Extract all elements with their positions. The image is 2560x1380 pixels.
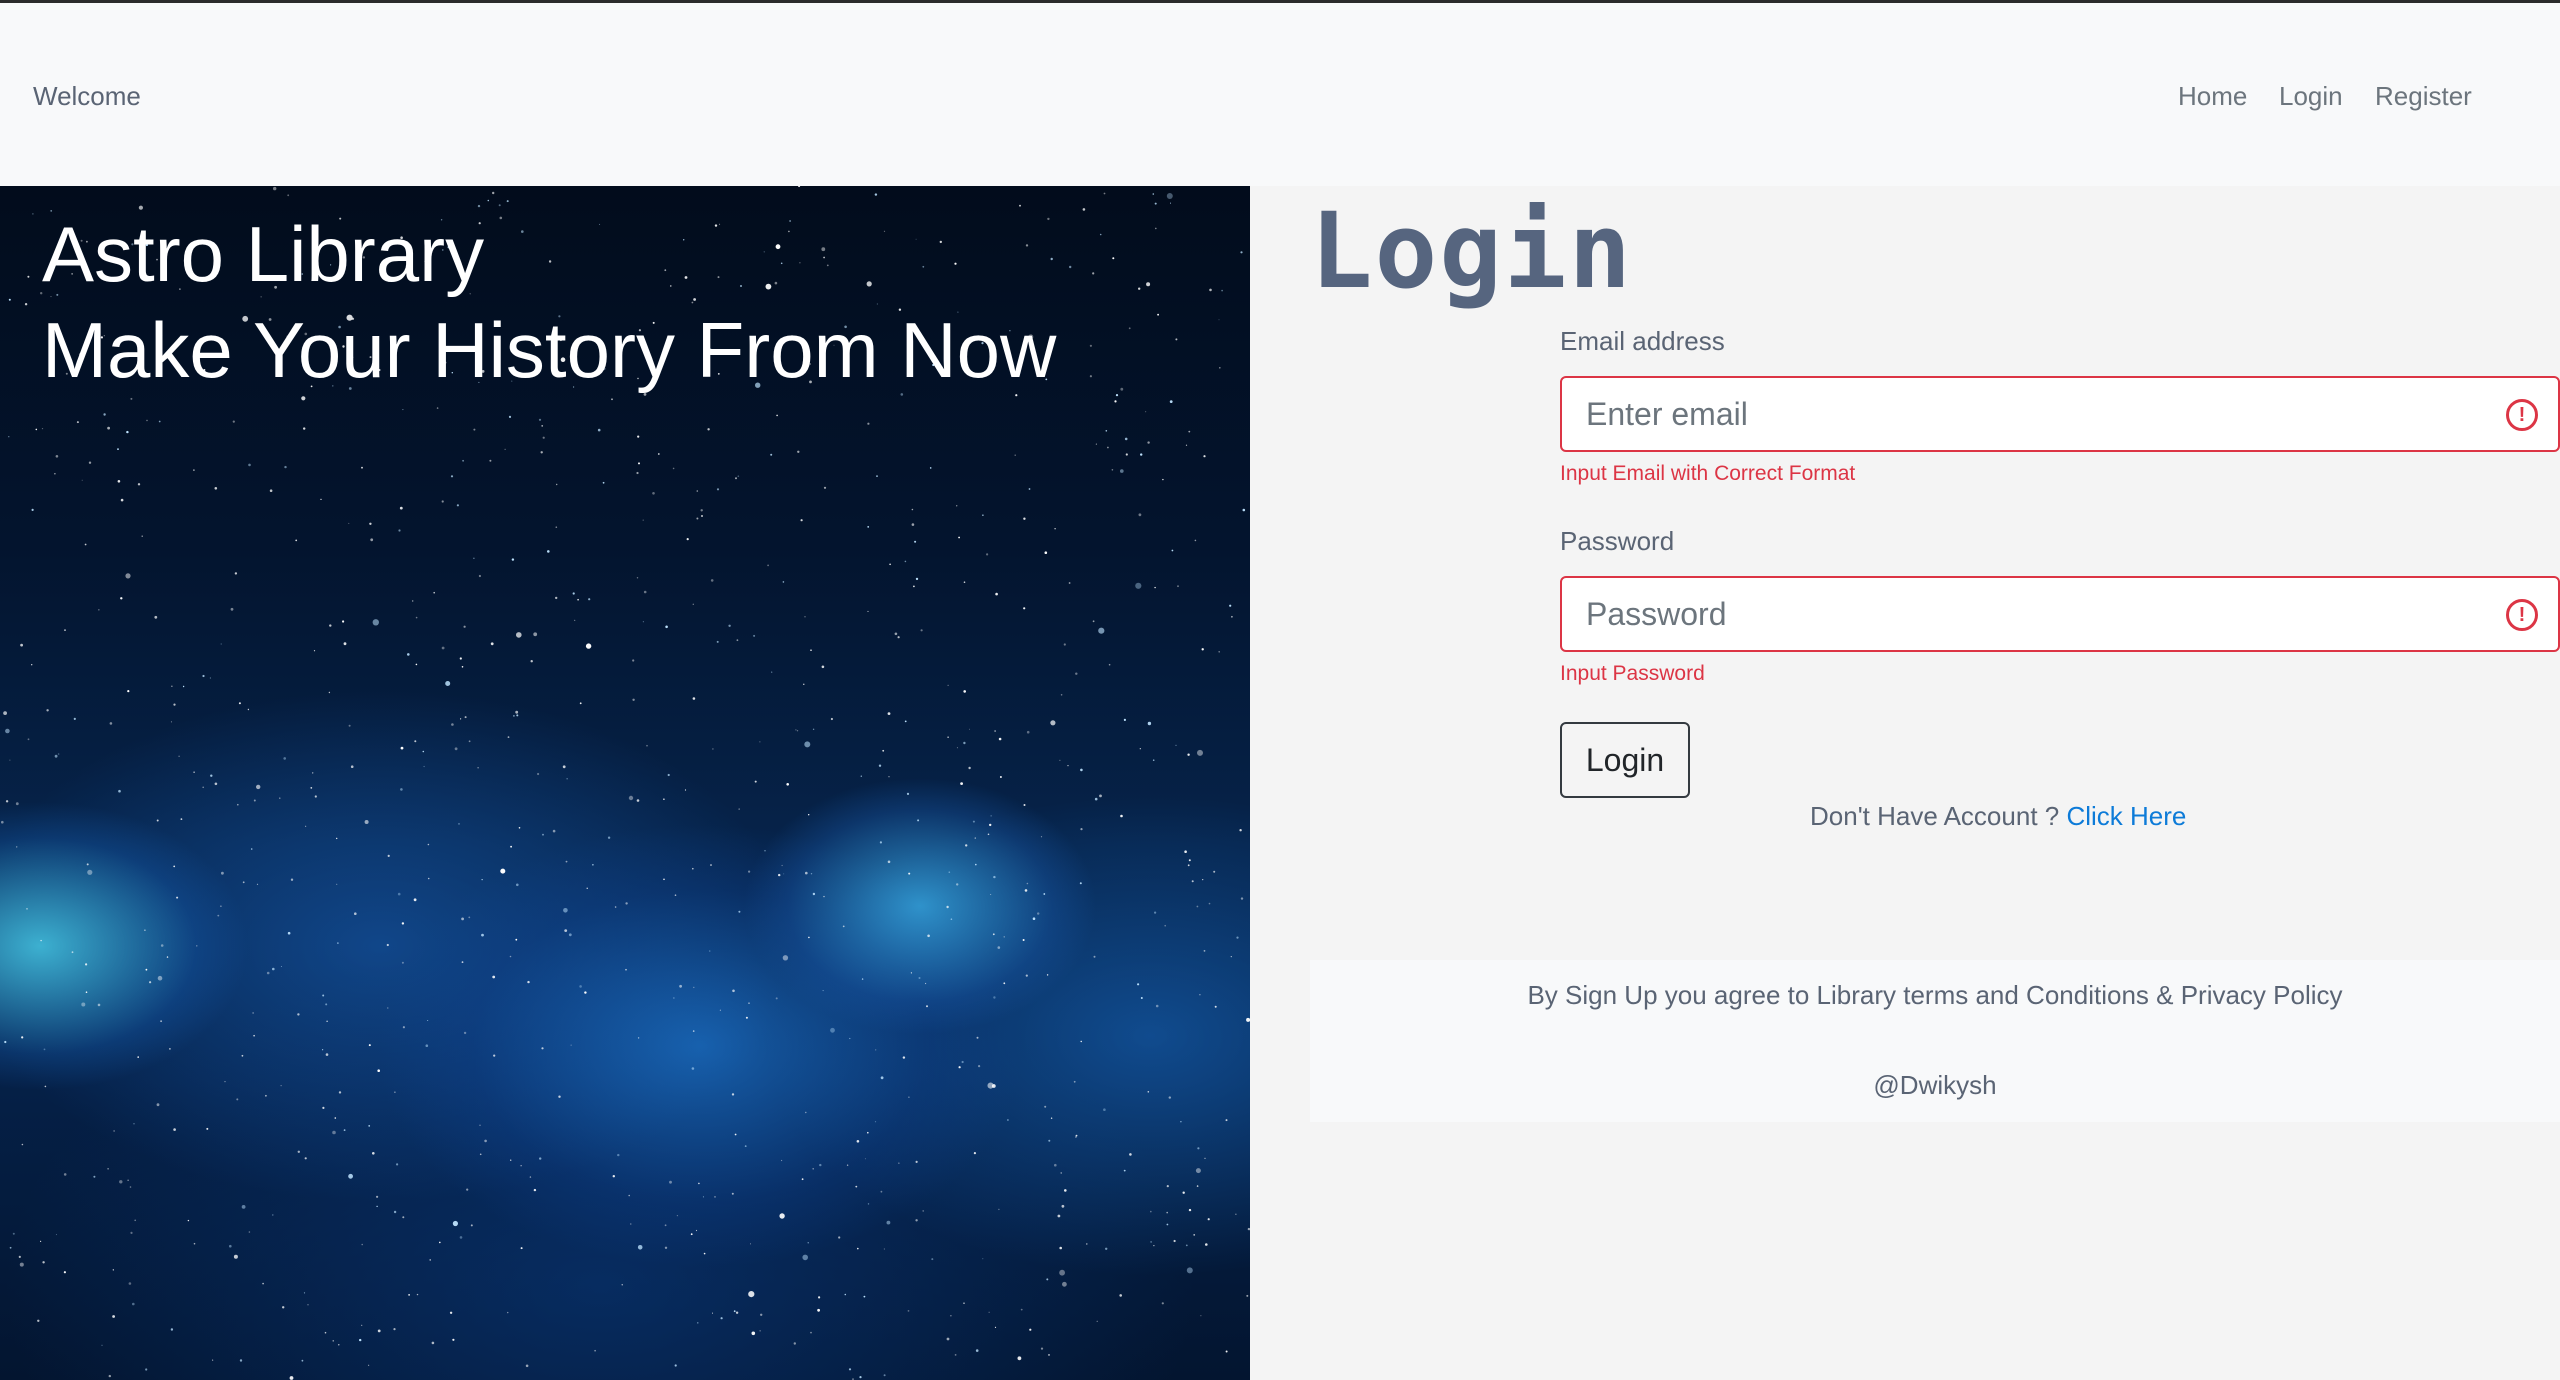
email-label: Email address: [1560, 326, 1725, 356]
hero-title-line-2: Make Your History From Now: [42, 306, 1057, 394]
register-prompt: Don't Have Account ? Click Here: [1810, 801, 2186, 832]
password-error-message: Input Password: [1560, 662, 1705, 685]
footer-handle: @Dwikysh: [1873, 1070, 1997, 1100]
login-panel: [1250, 186, 2560, 1380]
email-error-message: Input Email with Correct Format: [1560, 462, 1856, 485]
hero-galaxy-image: Astro Library Make Your History From Now: [0, 186, 1250, 1380]
navbar: Welcome Home Login Register: [0, 3, 2560, 186]
hero-title: Astro Library Make Your History From Now: [42, 206, 1056, 398]
password-field: !: [1560, 576, 2560, 652]
error-icon: !: [2506, 399, 2538, 431]
navbar-brand[interactable]: Welcome: [33, 81, 141, 112]
footer: By Sign Up you agree to Library terms an…: [1310, 960, 2560, 1122]
register-link[interactable]: Click Here: [2066, 801, 2186, 831]
login-heading: Login: [1310, 190, 1634, 312]
email-input[interactable]: [1586, 378, 2506, 450]
nav-link-login[interactable]: Login: [2279, 81, 2343, 112]
nav-link-home[interactable]: Home: [2178, 81, 2247, 112]
email-field: !: [1560, 376, 2560, 452]
password-label: Password: [1560, 526, 1675, 556]
hero-title-line-1: Astro Library: [42, 210, 485, 298]
error-icon: !: [2506, 599, 2538, 631]
footer-terms: By Sign Up you agree to Library terms an…: [1527, 980, 2343, 1010]
login-button[interactable]: Login: [1560, 722, 1690, 798]
password-input[interactable]: [1586, 578, 2506, 650]
nav-link-register[interactable]: Register: [2375, 81, 2472, 112]
register-prompt-text: Don't Have Account ?: [1810, 801, 2060, 831]
